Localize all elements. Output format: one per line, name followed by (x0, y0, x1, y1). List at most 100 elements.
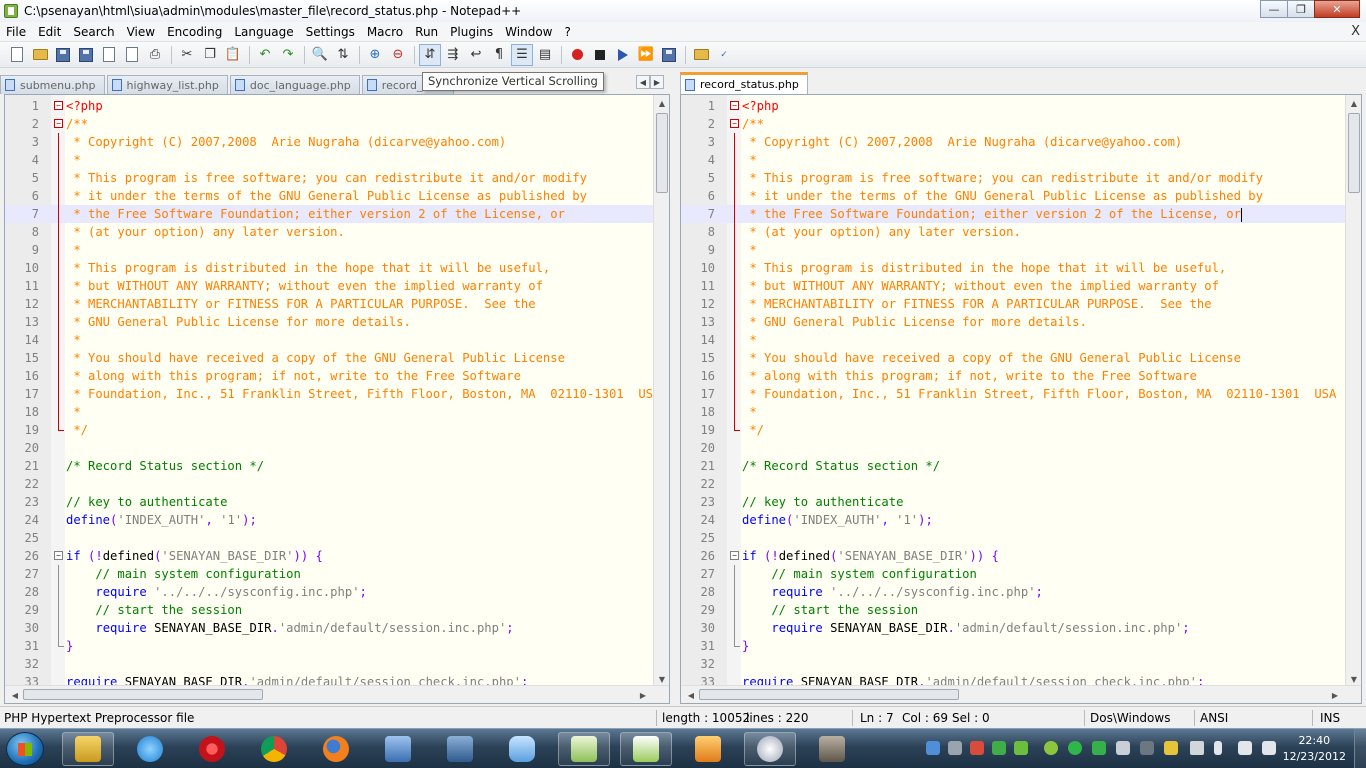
vertical-scrollbar[interactable]: ▲ ▼ (1345, 95, 1361, 687)
code-line[interactable]: 28 require '../../../sysconfig.inc.php'; (681, 583, 1345, 601)
vertical-scrollbar[interactable]: ▲ ▼ (653, 95, 669, 687)
scroll-up-icon[interactable]: ▲ (1346, 95, 1361, 111)
chrome-icon[interactable] (248, 732, 300, 766)
spell-check-icon[interactable]: ✓ (713, 44, 735, 66)
maximize-button[interactable]: ❐ (1287, 0, 1315, 18)
code-line[interactable]: 30 require SENAYAN_BASE_DIR.'admin/defau… (681, 619, 1345, 637)
play-macro-icon[interactable] (612, 44, 634, 66)
internet-explorer-icon[interactable] (124, 732, 176, 766)
close-icon[interactable] (98, 44, 120, 66)
gimp-icon[interactable] (806, 732, 858, 766)
scroll-right-icon[interactable]: ▶ (635, 687, 651, 703)
code-line[interactable]: 26 − if (!defined('SENAYAN_BASE_DIR')) { (681, 547, 1345, 565)
code-line[interactable]: 8 * (at your option) any later version. (681, 223, 1345, 241)
code-line[interactable]: 25 (681, 529, 1345, 547)
code-line[interactable]: 31} (681, 637, 1345, 655)
zoom-in-icon[interactable]: ⊕ (364, 44, 386, 66)
save-all-icon[interactable] (75, 44, 97, 66)
tray-check-icon[interactable] (992, 741, 1006, 755)
code-line[interactable]: 20 (5, 439, 653, 457)
tab-record-status[interactable]: record_status.php (680, 72, 808, 94)
sync-vertical-scroll-icon[interactable]: ⇵ (419, 43, 441, 66)
code-line[interactable]: 16 * along with this program; if not, wr… (5, 367, 653, 385)
scroll-left-icon[interactable]: ◀ (7, 687, 23, 703)
code-line[interactable]: 17 * Foundation, Inc., 51 Franklin Stree… (681, 385, 1345, 403)
menu-encoding[interactable]: Encoding (161, 22, 228, 42)
code-line[interactable]: 14 * (681, 331, 1345, 349)
tray-folder-icon[interactable] (1164, 741, 1178, 755)
stop-macro-icon[interactable] (589, 44, 611, 66)
code-line[interactable]: 14 * (5, 331, 653, 349)
tab-scroll-right-icon[interactable]: ▶ (650, 75, 664, 89)
scroll-thumb[interactable] (23, 689, 263, 700)
code-line[interactable]: 32 (5, 655, 653, 673)
opera-icon[interactable] (186, 732, 238, 766)
editor-left[interactable]: 1− <?php 2−/** 3 * Copyright (C) 2007,2008 … (4, 94, 670, 704)
code-line[interactable]: 29 // start the session (5, 601, 653, 619)
fold-toggle-icon[interactable]: − (730, 119, 739, 128)
code-line[interactable]: 5 * This program is free software; you c… (681, 169, 1345, 187)
open-folder-icon[interactable] (690, 44, 712, 66)
code-line[interactable]: 24 define('INDEX_AUTH', '1'); (5, 511, 653, 529)
tray-volume-icon[interactable] (1262, 741, 1276, 755)
code-line[interactable]: 9 * (681, 241, 1345, 259)
code-line[interactable]: 20 (681, 439, 1345, 457)
code-line[interactable]: 22 (5, 475, 653, 493)
minimize-button[interactable]: — (1260, 0, 1288, 18)
tray-expand-icon[interactable] (1190, 741, 1204, 755)
menu-file[interactable]: File (0, 22, 32, 42)
horizontal-scrollbar[interactable]: ◀ ▶ (681, 685, 1361, 703)
code-line[interactable]: 21 /* Record Status section */ (681, 457, 1345, 475)
start-button[interactable] (6, 732, 44, 766)
code-line[interactable]: 28 require '../../../sysconfig.inc.php'; (5, 583, 653, 601)
code-line[interactable]: 2 −/** (681, 115, 1345, 133)
doc-map-icon[interactable]: ▤ (534, 44, 556, 66)
horizontal-scrollbar[interactable]: ◀ ▶ (5, 685, 669, 703)
code-line[interactable]: 22 (681, 475, 1345, 493)
code-line[interactable]: 24 define('INDEX_AUTH', '1'); (681, 511, 1345, 529)
code-line[interactable]: 11 * but WITHOUT ANY WARRANTY; without e… (681, 277, 1345, 295)
photo-viewer-icon[interactable] (558, 732, 610, 766)
tray-battery-manager-icon[interactable] (1092, 741, 1106, 755)
menu-view[interactable]: View (121, 22, 161, 42)
code-line[interactable]: 6 * it under the terms of the GNU Genera… (5, 187, 653, 205)
scroll-thumb[interactable] (656, 113, 668, 193)
run-macro-multiple-icon[interactable]: ⏩ (635, 44, 657, 66)
tray-battery-icon[interactable] (1214, 741, 1222, 755)
menu-search[interactable]: Search (67, 22, 120, 42)
tray-clock-icon[interactable] (1044, 741, 1058, 755)
menu-language[interactable]: Language (228, 22, 299, 42)
code-line[interactable]: 21 /* Record Status section */ (5, 457, 653, 475)
code-line[interactable]: 16 * along with this program; if not, wr… (681, 367, 1345, 385)
network-tool-icon[interactable] (372, 732, 424, 766)
tray-update-icon[interactable] (1014, 741, 1028, 755)
close-all-icon[interactable] (121, 44, 143, 66)
code-line[interactable]: 26 − if (!defined('SENAYAN_BASE_DIR')) { (5, 547, 653, 565)
menu-run[interactable]: Run (409, 22, 444, 42)
firefox-icon[interactable] (310, 732, 362, 766)
menu-window[interactable]: Window (499, 22, 558, 42)
tab-submenu[interactable]: submenu.php (0, 75, 105, 94)
system-monitor-icon[interactable] (744, 732, 796, 766)
zoom-out-icon[interactable]: ⊖ (387, 44, 409, 66)
code-line[interactable]: 23 // key to authenticate (681, 493, 1345, 511)
show-all-chars-icon[interactable]: ¶ (488, 44, 510, 66)
tray-antivirus-icon[interactable] (970, 741, 984, 755)
tray-settings-icon[interactable] (948, 741, 962, 755)
tray-download-icon[interactable] (1068, 741, 1082, 755)
media-player-icon[interactable] (682, 732, 734, 766)
new-file-icon[interactable] (6, 44, 28, 66)
tab-doc-language[interactable]: doc_language.php (229, 75, 360, 94)
code-line[interactable]: 12 * MERCHANTABILITY or FITNESS FOR A PA… (5, 295, 653, 313)
code-line[interactable]: 23 // key to authenticate (5, 493, 653, 511)
code-line[interactable]: 29 // start the session (681, 601, 1345, 619)
close-window-button[interactable]: ✕ (1314, 0, 1360, 18)
sync-horizontal-scroll-icon[interactable]: ⇶ (442, 44, 464, 66)
copy-icon[interactable]: ❐ (199, 44, 221, 66)
code-line[interactable]: 1 − <?php (681, 97, 1345, 115)
menu-help[interactable]: ? (558, 22, 576, 42)
print-icon[interactable]: ⎙ (144, 44, 166, 66)
code-line[interactable]: 27 // main system configuration (5, 565, 653, 583)
editor-right[interactable]: 1− <?php 2−/** 3 * Copyright (C) 2007,2008 … (680, 94, 1362, 704)
cut-icon[interactable]: ✂ (176, 44, 198, 66)
